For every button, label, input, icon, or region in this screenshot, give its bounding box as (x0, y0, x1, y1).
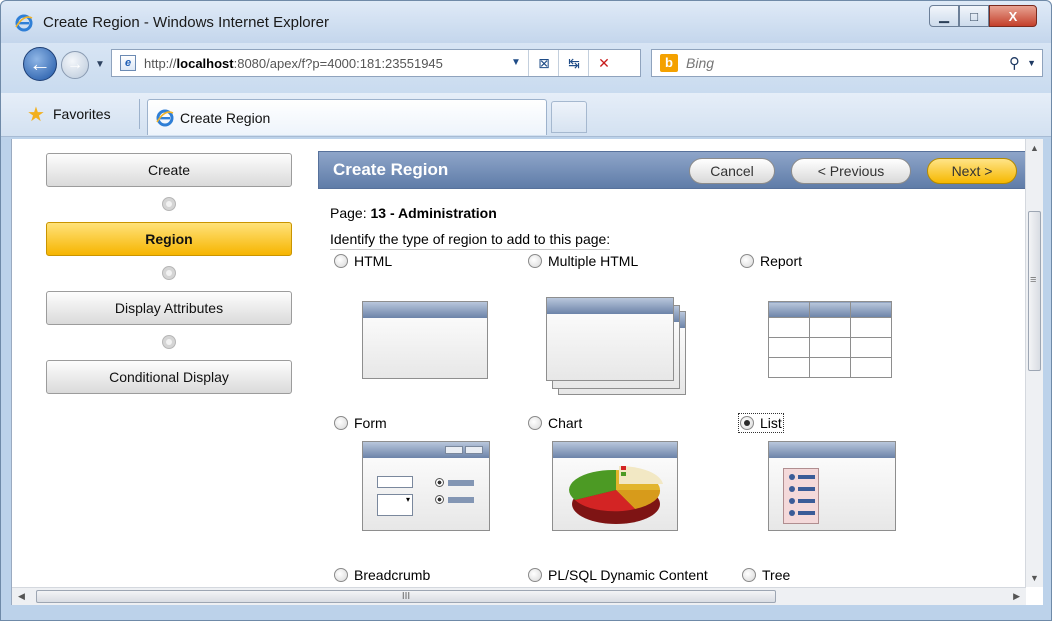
address-dropdown-icon[interactable]: ▼ (506, 54, 526, 72)
option-tree[interactable]: Tree (742, 567, 790, 583)
horizontal-scroll-thumb[interactable]: III (36, 590, 776, 603)
search-box[interactable]: b Bing ⚲ ▼ (651, 49, 1043, 77)
address-separator (588, 50, 589, 76)
report-region-icon[interactable] (768, 301, 892, 378)
url-text[interactable]: http://localhost:8080/apex/f?p=4000:181:… (144, 56, 504, 71)
address-bar[interactable]: e http://localhost:8080/apex/f?p=4000:18… (111, 49, 641, 77)
dropdown-icon: ▾ (377, 494, 413, 516)
maximize-button[interactable]: □ (959, 5, 989, 27)
list-region-icon[interactable] (768, 441, 896, 531)
html-region-icon[interactable] (362, 301, 488, 379)
wizard-step-region[interactable]: Region (46, 222, 292, 256)
multiple-html-radio[interactable] (528, 254, 542, 268)
forward-button[interactable]: → (61, 51, 89, 79)
refresh-icon[interactable]: ↹ (564, 54, 584, 72)
option-breadcrumb[interactable]: Breadcrumb (334, 567, 430, 583)
vertical-scrollbar[interactable]: ▲ ▼ (1025, 139, 1043, 587)
region-title: Create Region (333, 160, 449, 179)
wizard-step-conditional-display[interactable]: Conditional Display (46, 360, 292, 394)
compatibility-view-icon[interactable]: ⊠ (534, 54, 554, 72)
tab-label: Create Region (180, 110, 271, 126)
pie-chart-icon (569, 465, 663, 524)
list-radio[interactable] (740, 416, 754, 430)
option-list[interactable]: List (738, 413, 784, 433)
thumb-header (363, 302, 487, 318)
internet-explorer-icon (15, 14, 33, 32)
chart-region-icon[interactable] (552, 441, 678, 531)
page-favicon-icon: e (120, 55, 136, 71)
wizard-step-create[interactable]: Create (46, 153, 292, 187)
scroll-right-icon[interactable]: ▶ (1013, 591, 1020, 602)
thumb-layer (546, 297, 674, 381)
favorites-separator (139, 99, 140, 129)
option-plsql-dynamic-content[interactable]: PL/SQL Dynamic Content (528, 567, 708, 583)
favorites-star-icon[interactable]: ★ (27, 105, 45, 125)
step-connector-icon (162, 266, 176, 280)
window-controls: ▁ □ X (929, 5, 1037, 27)
option-multiple-html[interactable]: Multiple HTML (528, 253, 638, 269)
html-radio[interactable] (334, 254, 348, 268)
chart-radio[interactable] (528, 416, 542, 430)
search-icon[interactable]: ⚲ (1009, 54, 1020, 72)
close-window-button[interactable]: X (989, 5, 1037, 27)
forward-arrow-icon: → (67, 56, 83, 73)
bing-icon: b (660, 54, 678, 72)
plsql-dynamic-content-radio[interactable] (528, 568, 542, 582)
option-report[interactable]: Report (740, 253, 802, 269)
address-separator (558, 50, 559, 76)
address-separator (528, 50, 529, 76)
option-form[interactable]: Form (334, 415, 387, 431)
back-button[interactable]: ← (23, 47, 57, 81)
region-header: Create Region Cancel < Previous Next > (318, 151, 1028, 189)
tab-create-region[interactable]: Create Region (147, 99, 547, 135)
window-title: Create Region - Windows Internet Explore… (43, 14, 329, 31)
scroll-left-icon[interactable]: ◀ (18, 591, 25, 602)
multiple-html-region-icon[interactable] (546, 297, 688, 397)
favorites-bar: ★ Favorites Create Region (1, 93, 1051, 137)
wizard-step-display-attributes[interactable]: Display Attributes (46, 291, 292, 325)
breadcrumb-radio[interactable] (334, 568, 348, 582)
form-radio[interactable] (334, 416, 348, 430)
stop-icon[interactable]: ✕ (594, 54, 614, 72)
previous-button[interactable]: < Previous (791, 158, 911, 184)
search-placeholder: Bing (686, 55, 715, 71)
scroll-down-icon[interactable]: ▼ (1030, 573, 1039, 583)
step-connector-icon (162, 197, 176, 211)
page-value: 13 - Administration (370, 205, 497, 221)
favorites-button[interactable]: Favorites (53, 106, 111, 122)
step-connector-icon (162, 335, 176, 349)
internet-explorer-icon (156, 109, 174, 127)
report-radio[interactable] (740, 254, 754, 268)
search-dropdown-icon[interactable]: ▼ (1027, 58, 1036, 68)
next-button[interactable]: Next > (927, 158, 1017, 184)
navigation-bar: ← → ▼ e http://localhost:8080/apex/f?p=4… (1, 43, 1051, 93)
history-dropdown-icon[interactable]: ▼ (95, 59, 105, 70)
back-arrow-icon: ← (29, 51, 51, 76)
browser-window: Create Region - Windows Internet Explore… (0, 0, 1052, 621)
page-info: Page: 13 - Administration (330, 205, 497, 221)
create-region-panel: Create Region Cancel < Previous Next > P… (318, 151, 1028, 605)
wizard-steps: Create Region Display Attributes Conditi… (46, 153, 292, 394)
horizontal-scrollbar[interactable]: ◀ III ▶ (12, 587, 1026, 605)
option-html[interactable]: HTML (334, 253, 392, 269)
vertical-scroll-thumb[interactable] (1028, 211, 1041, 371)
page-viewport: Create Region Display Attributes Conditi… (11, 139, 1043, 605)
tree-radio[interactable] (742, 568, 756, 582)
form-region-icon[interactable]: ▾ (362, 441, 490, 531)
option-chart[interactable]: Chart (528, 415, 582, 431)
title-bar: Create Region - Windows Internet Explore… (1, 1, 1051, 43)
minimize-button[interactable]: ▁ (929, 5, 959, 27)
scroll-up-icon[interactable]: ▲ (1030, 143, 1039, 153)
new-tab-button[interactable] (551, 101, 587, 133)
cancel-button[interactable]: Cancel (689, 158, 775, 184)
instruction-text: Identify the type of region to add to th… (330, 231, 611, 250)
